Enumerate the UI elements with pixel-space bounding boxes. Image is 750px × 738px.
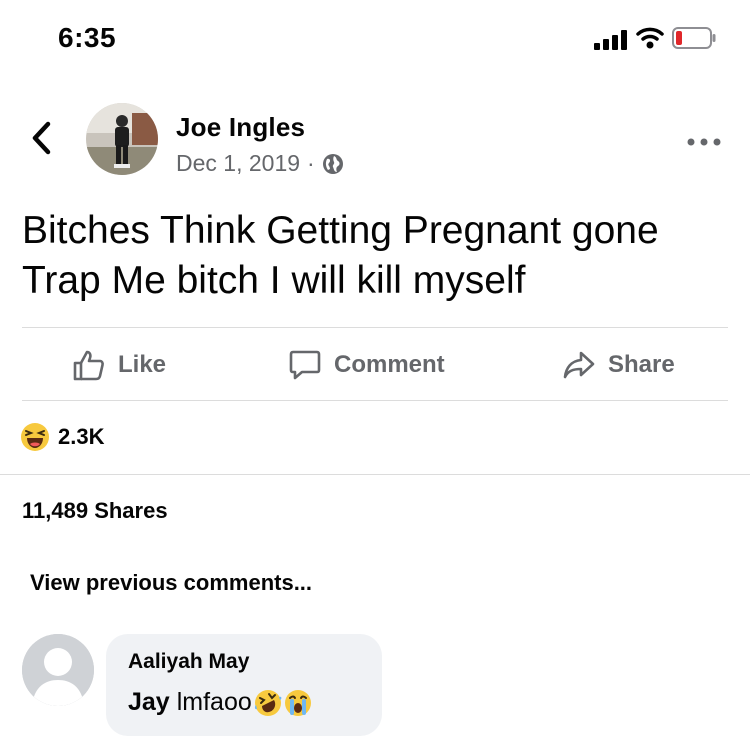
rofl-emoji-icon [254, 689, 282, 716]
share-count[interactable]: 11,489 Shares [22, 498, 168, 524]
like-label: Like [118, 351, 167, 378]
author-avatar[interactable] [86, 103, 158, 175]
crying-emoji-icon [284, 689, 311, 716]
cellular-signal-icon [594, 30, 627, 50]
comment-button[interactable]: Comment [288, 345, 445, 385]
wifi-icon [636, 27, 664, 49]
comment-label: Comment [334, 351, 445, 378]
divider [22, 400, 728, 401]
post-date[interactable]: Dec 1, 2019 [176, 150, 300, 177]
laughing-emoji-icon [21, 423, 49, 451]
share-button[interactable]: Share [562, 345, 675, 385]
default-profile-icon [22, 634, 94, 706]
more-options-icon[interactable] [686, 135, 722, 149]
author-name[interactable]: Joe Ingles [176, 112, 305, 143]
share-arrow-icon [563, 351, 595, 379]
globe-icon [322, 153, 343, 174]
thumbs-up-icon [73, 350, 104, 381]
comment-text: Jay lmfaoo [128, 688, 312, 717]
commenter-name[interactable]: Aaliyah May [128, 650, 249, 674]
divider [0, 474, 750, 475]
status-time: 6:35 [58, 22, 117, 53]
comment-bubble-icon [289, 350, 321, 380]
post-meta: Dec 1, 2019 · [176, 150, 344, 177]
battery-low-icon [672, 27, 716, 49]
share-label: Share [608, 351, 675, 378]
reaction-count: 2.3K [58, 424, 105, 449]
like-button[interactable]: Like [72, 345, 166, 385]
divider [22, 327, 728, 328]
back-chevron-icon[interactable] [28, 118, 54, 158]
comment-mention[interactable]: Jay [128, 688, 170, 717]
commenter-avatar[interactable] [22, 634, 94, 706]
meta-separator: · [307, 150, 315, 176]
post-text: Bitches Think Getting Pregnant gone Trap… [22, 209, 659, 302]
comment-body: lmfaoo [176, 688, 252, 716]
reaction-summary[interactable]: 2.3K [20, 422, 104, 452]
view-previous-comments-link[interactable]: View previous comments... [30, 570, 312, 596]
